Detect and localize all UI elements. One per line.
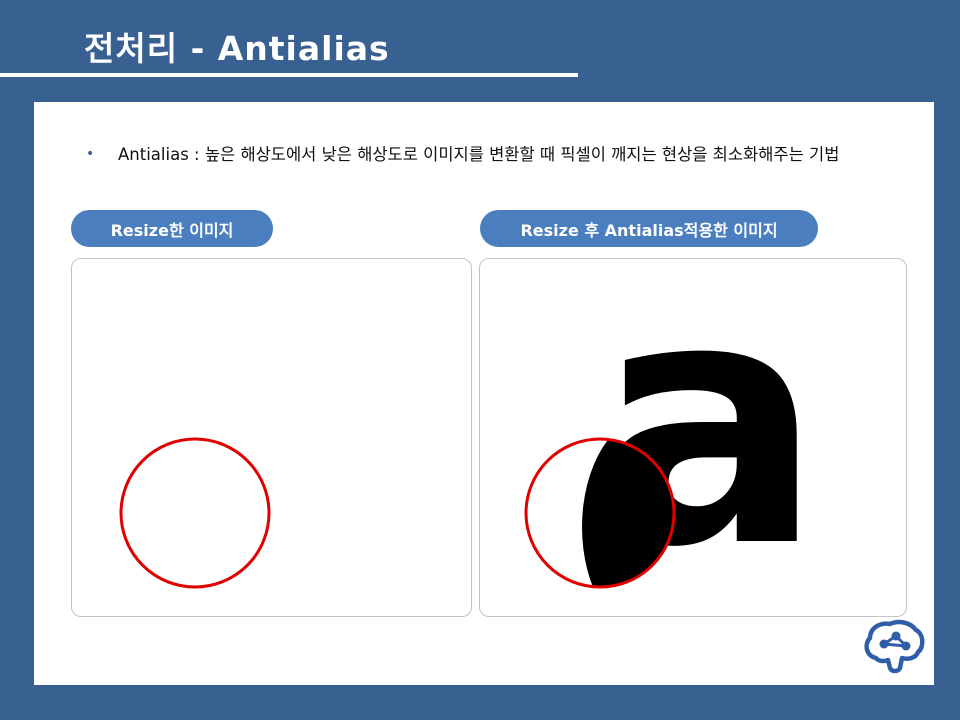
slide-title: 전처리 - Antialias (84, 29, 390, 68)
aliased-glyph-image: a (119, 259, 415, 616)
resized-image-label: Resize한 이미지 (71, 210, 273, 247)
bullet-marker: • (86, 146, 95, 162)
bullet-text: Antialias : 높은 해상도에서 낮은 해상도로 이미지를 변환할 때 … (118, 145, 840, 164)
bullet-item: • Antialias : 높은 해상도에서 낮은 해상도로 이미지를 변환할 … (86, 143, 876, 166)
antialiased-glyph-image: a (524, 259, 823, 616)
antialiased-image-panel: a (479, 258, 907, 617)
brain-network-icon (862, 618, 926, 678)
antialiased-image-label: Resize 후 Antialias적용한 이미지 (480, 210, 818, 247)
title-underline (0, 73, 578, 77)
resized-image-panel: a (71, 258, 472, 617)
